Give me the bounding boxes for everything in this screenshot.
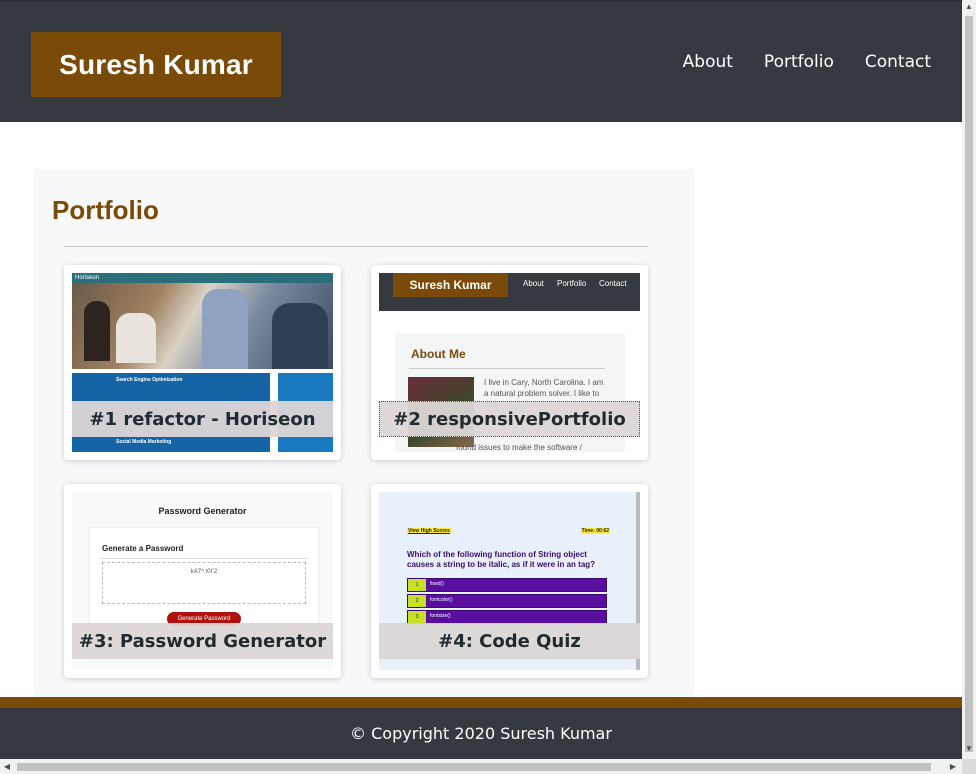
project-card-horiseon[interactable]: Horiseon Search Engine Optimization Soci… (64, 265, 341, 460)
horizontal-scrollbar[interactable]: ◀ ▶ (0, 759, 962, 774)
scroll-down-arrow-icon[interactable]: ▼ (962, 744, 976, 753)
scroll-left-arrow-icon[interactable]: ◀ (0, 762, 14, 771)
vertical-scroll-thumb[interactable] (965, 16, 973, 752)
portfolio-section: Portfolio Horiseon Search Engine Optimiz… (33, 169, 695, 697)
thumb-answer-option: 3 fontsize() (407, 610, 607, 624)
thumb-question: Which of the following function of Strin… (407, 550, 596, 569)
scrollbar-corner (962, 759, 976, 774)
project-card-password-generator[interactable]: Password Generator Generate a Password k… (64, 484, 341, 678)
nav-about-link[interactable]: About (683, 52, 733, 72)
thumb-heading: About Me (411, 347, 466, 361)
section-title: Portfolio (52, 195, 159, 225)
project-caption[interactable]: #3: Password Generator (72, 623, 333, 659)
section-divider (64, 246, 648, 247)
thumb-nav-item: About (523, 279, 544, 288)
thumb-divider (409, 368, 605, 369)
thumb-high-scores-link: View High Scores (407, 528, 451, 534)
thumb-hero-image (72, 283, 333, 369)
brand-logo[interactable]: Suresh Kumar (31, 32, 281, 97)
nav-contact-link[interactable]: Contact (865, 52, 931, 72)
option-text: fontsize() (430, 613, 451, 619)
project-caption[interactable]: #1 refactor - Horiseon (72, 401, 333, 437)
thumb-answer-option: 2 fontcolor() (407, 594, 607, 608)
thumb-site-header: Horiseon (72, 273, 333, 283)
thumb-label: Search Engine Optimization (116, 377, 183, 383)
project-card-responsive-portfolio[interactable]: Suresh Kumar About Portfolio Contact Abo… (371, 265, 648, 460)
thumb-brand: Suresh Kumar (393, 273, 508, 297)
thumb-title: Password Generator (158, 506, 247, 516)
thumb-nav-item: Contact (599, 279, 627, 288)
project-caption[interactable]: #2 responsivePortfolio (379, 401, 640, 437)
vertical-scrollbar[interactable]: ▲ ▼ (962, 0, 976, 759)
option-text: fixed() (430, 581, 444, 587)
site-footer: © Copyright 2020 Suresh Kumar (0, 708, 962, 759)
thumb-divider (100, 558, 308, 559)
site-header: Suresh Kumar About Portfolio Contact (0, 0, 962, 122)
option-text: fontcolor() (430, 597, 453, 603)
thumb-timer: Time: 00:62 (580, 528, 610, 534)
thumb-label: Social Media Marketing (116, 439, 172, 445)
thumb-site-header: Suresh Kumar About Portfolio Contact (379, 273, 640, 311)
thumb-answer-option: 1 fixed() (407, 578, 607, 592)
scroll-right-arrow-icon[interactable]: ▶ (946, 762, 960, 771)
project-card-code-quiz[interactable]: View High Scores Time: 00:62 Which of th… (371, 484, 648, 678)
thumb-password-box: kA7^.\0l`2 (102, 562, 306, 604)
option-number: 3 (408, 611, 426, 623)
option-number: 1 (408, 579, 426, 591)
main-nav: About Portfolio Contact (652, 52, 931, 72)
horizontal-scroll-thumb[interactable] (17, 763, 931, 771)
thumb-nav-item: Portfolio (557, 279, 587, 288)
option-number: 2 (408, 595, 426, 607)
scroll-up-arrow-icon[interactable]: ▲ (962, 2, 976, 11)
footer-accent-bar (0, 697, 962, 708)
thumb-text: found issues to make the software / (456, 443, 582, 452)
nav-portfolio-link[interactable]: Portfolio (764, 52, 834, 72)
thumb-subtitle: Generate a Password (102, 544, 184, 553)
project-caption[interactable]: #4: Code Quiz (379, 623, 640, 659)
